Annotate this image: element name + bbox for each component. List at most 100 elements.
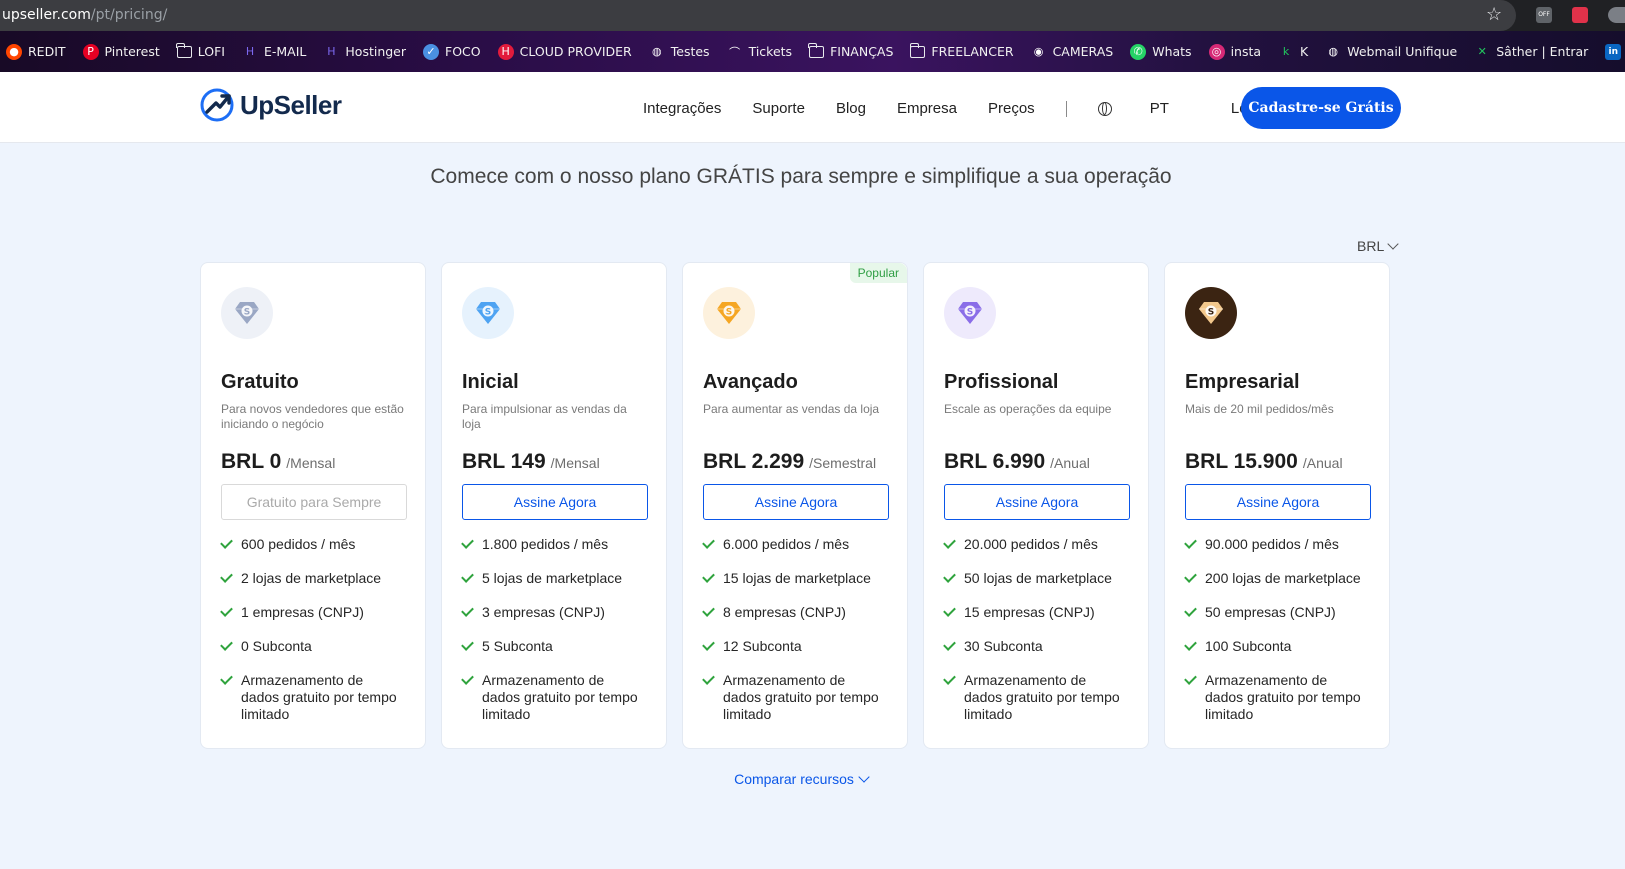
- nav-precos[interactable]: Preços: [988, 100, 1035, 117]
- compare-features-link[interactable]: Comparar recursos: [0, 771, 1602, 787]
- check-icon: [943, 672, 956, 685]
- nav-empresa[interactable]: Empresa: [897, 100, 957, 117]
- plan-description: Para impulsionar as vendas da loja: [462, 402, 627, 431]
- diamond-dollar-icon: S: [462, 287, 514, 339]
- feature-item: 30 Subconta: [943, 638, 1128, 655]
- bookmark-label: LOFI: [197, 44, 225, 59]
- url-text[interactable]: upseller.com/pt/pricing/: [2, 7, 167, 23]
- bookmark-label: E-MAIL: [263, 44, 307, 59]
- feature-item: 15 empresas (CNPJ): [943, 604, 1128, 621]
- feature-text: 15 empresas (CNPJ): [964, 604, 1095, 620]
- check-icon: [220, 638, 233, 651]
- url-field[interactable]: upseller.com/pt/pricing/: [0, 0, 1516, 31]
- bookmark-item[interactable]: ⌒ Tickets: [727, 44, 792, 60]
- bookmark-label: FOCO: [445, 44, 481, 59]
- bookmark-item[interactable]: ✆ Whats: [1130, 43, 1192, 60]
- check-icon: [1184, 604, 1197, 617]
- feature-item: Armazenamento de dados gratuito por temp…: [220, 672, 405, 723]
- check-icon: [702, 638, 715, 651]
- bookmark-item[interactable]: LOFI: [176, 42, 225, 59]
- bookmark-item[interactable]: ◍ Webmail Unifique: [1325, 44, 1457, 60]
- page-headline: Comece com o nosso plano GRÁTIS para sem…: [430, 165, 1172, 188]
- plan-card-profissional: S Profissional Escale as operações da eq…: [923, 262, 1149, 749]
- feature-text: 200 lojas de marketplace: [1205, 570, 1361, 586]
- upseller-logo[interactable]: UpSeller: [200, 88, 342, 122]
- bookmark-label: Testes: [670, 44, 710, 59]
- bookmark-item[interactable]: P Pinterest: [82, 43, 160, 60]
- bookmark-item[interactable]: kK: [1278, 44, 1308, 60]
- bookmark-label: Webmail Unifique: [1347, 44, 1458, 59]
- check-icon: [461, 604, 474, 617]
- check-icon: [1184, 672, 1197, 685]
- bookmark-item[interactable]: ● REDIT: [6, 43, 66, 60]
- nav-integracoes[interactable]: Integrações: [643, 100, 721, 117]
- feature-list: 600 pedidos / mês 2 lojas de marketplace 1…: [220, 536, 405, 723]
- language-selector[interactable]: PT: [1097, 100, 1200, 117]
- nav-blog[interactable]: Blog: [836, 100, 866, 117]
- bookmark-item[interactable]: ✓ FOCO: [423, 43, 481, 60]
- check-icon: [220, 604, 233, 617]
- k-icon: k: [1282, 45, 1290, 58]
- feature-text: 5 lojas de marketplace: [482, 570, 623, 586]
- subscribe-button[interactable]: Assine Agora: [1185, 484, 1371, 520]
- bookmark-item[interactable]: H CLOUD PROVIDER: [497, 43, 632, 60]
- check-icon: [220, 536, 233, 549]
- free-forever-button[interactable]: Gratuito para Sempre: [221, 484, 407, 520]
- check-icon: [702, 536, 715, 549]
- bookmark-label: Hostinger: [345, 44, 407, 59]
- feature-text: 20.000 pedidos / mês: [964, 536, 1098, 552]
- diamond-dollar-icon: S: [1185, 287, 1237, 339]
- x-icon: ✕: [1477, 45, 1487, 58]
- extension-off-icon[interactable]: OFF: [1536, 7, 1552, 23]
- bookmark-label: insta: [1230, 44, 1262, 59]
- feature-item: 5 lojas de marketplace: [461, 570, 646, 587]
- bookmark-item[interactable]: FREELANCER: [909, 42, 1014, 59]
- instagram-icon: ◎: [1208, 43, 1225, 60]
- plan-card-inicial: S Inicial Para impulsionar as vendas da …: [441, 262, 667, 749]
- site-header: UpSeller Integrações Suporte Blog Empres…: [0, 72, 1625, 143]
- nav-suporte[interactable]: Suporte: [752, 100, 805, 117]
- tickets-icon: ⌒: [729, 45, 741, 59]
- diamond-dollar-icon: S: [703, 287, 755, 339]
- price-amount: BRL 149: [462, 450, 546, 473]
- extension-red-icon[interactable]: [1572, 7, 1588, 23]
- logo-text: UpSeller: [240, 89, 342, 120]
- svg-text:S: S: [967, 308, 973, 318]
- bookmark-item[interactable]: ◉ CAMERAS: [1031, 44, 1113, 60]
- check-icon: [702, 604, 715, 617]
- folder-icon: [808, 42, 825, 58]
- bookmark-star-icon[interactable]: ☆: [1486, 4, 1502, 25]
- subscribe-button[interactable]: Assine Agora: [944, 484, 1130, 520]
- bookmark-label: FREELANCER: [931, 44, 1014, 59]
- bookmark-item[interactable]: H E-MAIL: [242, 44, 307, 60]
- bookmark-item[interactable]: ◍ Testes: [649, 44, 710, 60]
- globe-icon: [1097, 101, 1112, 116]
- bookmark-label: REDIT: [28, 44, 66, 59]
- feature-text: 1 empresas (CNPJ): [241, 604, 364, 620]
- feature-text: Armazenamento de dados gratuito por temp…: [241, 672, 397, 722]
- bookmark-label: FINANÇAS: [830, 44, 894, 59]
- feature-item: 20.000 pedidos / mês: [943, 536, 1128, 553]
- bookmark-item[interactable]: H Hostinger: [323, 44, 406, 60]
- plan-name: Inicial: [462, 371, 519, 393]
- feature-item: 3 empresas (CNPJ): [461, 604, 646, 621]
- subscribe-button[interactable]: Assine Agora: [462, 484, 648, 520]
- subscribe-button[interactable]: Assine Agora: [703, 484, 889, 520]
- bookmark-item[interactable]: inLinkedIn-Salvos: [1605, 43, 1625, 60]
- chevron-down-icon: [858, 771, 870, 783]
- feature-item: 200 lojas de marketplace: [1184, 570, 1369, 587]
- nav-divider: [1065, 100, 1067, 117]
- plan-description: Escale as operações da equipe: [944, 402, 1112, 416]
- feature-list: 20.000 pedidos / mês 50 lojas de marketpl…: [943, 536, 1128, 723]
- bookmark-item[interactable]: ✕ Sâther | Entrar: [1474, 44, 1589, 60]
- currency-selector[interactable]: BRL: [1357, 238, 1399, 254]
- bookmark-item[interactable]: ◎ insta: [1208, 43, 1262, 60]
- feature-list: 1.800 pedidos / mês 5 lojas de marketplac…: [461, 536, 646, 723]
- signup-button[interactable]: Cadastre-se Grátis: [1241, 87, 1401, 129]
- bookmark-item[interactable]: FINANÇAS: [808, 42, 894, 59]
- language-label: PT: [1149, 100, 1169, 117]
- profile-avatar[interactable]: [1608, 7, 1625, 23]
- feature-text: 0 Subconta: [241, 638, 312, 654]
- check-icon: [461, 570, 474, 583]
- feature-text: 600 pedidos / mês: [241, 536, 356, 552]
